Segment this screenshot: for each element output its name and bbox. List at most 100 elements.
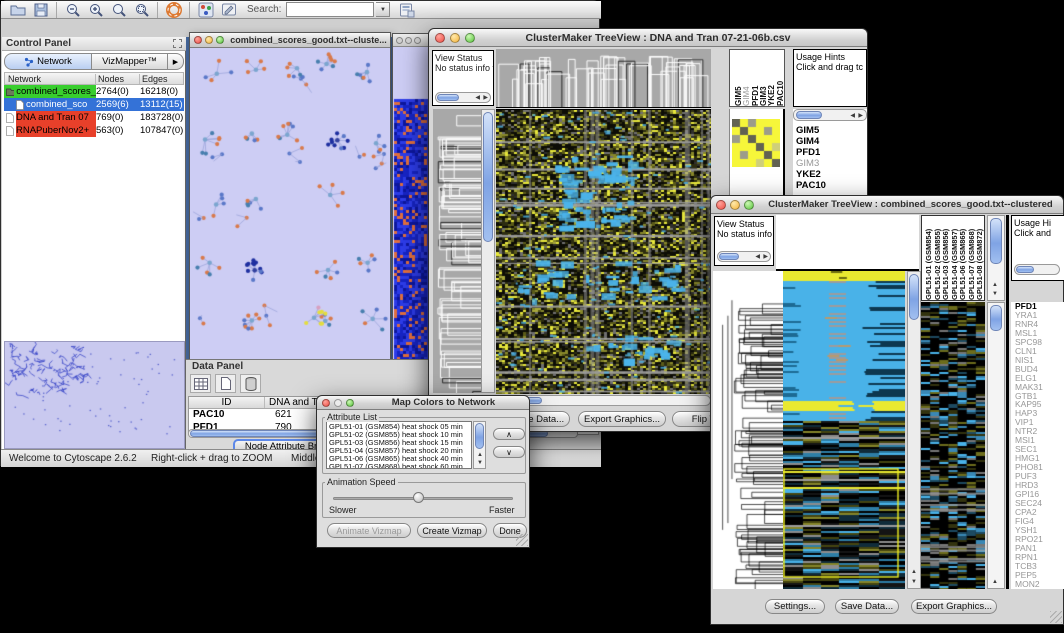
move-down-button[interactable]: ∨ <box>493 446 525 458</box>
dendrogram-scrollbar[interactable] <box>481 109 495 393</box>
help-lifesaver-icon[interactable] <box>163 0 184 19</box>
attribute-item[interactable]: GPL51-06 (GSM865) heat shock 40 min <box>329 455 471 463</box>
minimize-button[interactable] <box>405 37 412 44</box>
row-dendrogram[interactable] <box>433 109 481 393</box>
zoom-window-button[interactable] <box>216 36 224 44</box>
zoom-window-button[interactable] <box>414 37 421 44</box>
save-data-button[interactable]: Save Data... <box>835 599 899 614</box>
minimize-button[interactable] <box>450 33 460 43</box>
attribute-item[interactable]: GPL51-07 (GSM868) heat shock 60 min <box>329 463 471 469</box>
gene-label[interactable]: PFD1 <box>796 147 826 158</box>
open-session-icon[interactable] <box>7 0 28 19</box>
annotation-icon[interactable] <box>218 0 239 19</box>
table-report-icon[interactable] <box>396 0 417 19</box>
minimize-button[interactable] <box>334 399 342 407</box>
usage-hints-scrollbar[interactable] <box>1014 264 1060 275</box>
delete-attribute-icon[interactable] <box>240 374 261 393</box>
zoom-in-icon[interactable] <box>85 0 106 19</box>
attribute-item[interactable]: GPL51-04 (GSM857) heat shock 20 min <box>329 447 471 455</box>
column-labels-scrollbar[interactable]: ▲ ▼ <box>987 215 1005 301</box>
search-dropdown-icon[interactable]: ▼ <box>376 2 390 17</box>
view-status-scrollbar[interactable]: ◀ ▶ <box>435 92 491 103</box>
scroll-right-icon[interactable]: ▶ <box>858 113 863 119</box>
scroll-up-icon[interactable]: ▲ <box>992 579 998 585</box>
tab-network[interactable]: Network <box>4 53 92 70</box>
network-canvas[interactable] <box>190 48 390 358</box>
table-row[interactable]: combined_sco 2569(6) 13112(15) <box>4 98 184 111</box>
attribute-item[interactable]: GPL51-02 (GSM855) heat shock 10 min <box>329 431 471 439</box>
scroll-left-icon[interactable]: ◀ <box>850 113 855 119</box>
minimize-button[interactable] <box>205 36 213 44</box>
view-status-text: No status info <box>717 229 771 239</box>
attribute-list-scrollbar[interactable]: ▲ ▼ <box>473 421 486 469</box>
zoom-window-button[interactable] <box>744 200 754 210</box>
column-label: GPL51-03 (GSM856) <box>941 216 950 300</box>
scroll-up-icon[interactable]: ▲ <box>992 282 998 288</box>
gene-label[interactable]: MON2 <box>1015 580 1064 589</box>
row-dendrogram[interactable] <box>713 271 783 589</box>
heatmap-area <box>496 109 711 393</box>
column-label: GPL51-08 (GSM872) <box>975 216 984 300</box>
zoom-fit-icon[interactable] <box>108 0 129 19</box>
attribute-item[interactable]: GPL51-03 (GSM856) heat shock 15 min <box>329 439 471 447</box>
scroll-up-icon[interactable]: ▲ <box>911 569 917 575</box>
close-button[interactable] <box>322 399 330 407</box>
selection-scrollbar[interactable]: ▲ <box>987 302 1005 589</box>
resize-grip[interactable] <box>1050 611 1062 623</box>
speed-slider-thumb[interactable] <box>413 492 424 503</box>
scroll-right-icon[interactable]: ▶ <box>763 254 768 260</box>
network-overlay-icon[interactable] <box>195 0 216 19</box>
table-row[interactable]: combined_scores_ 2764(0) 16218(0) <box>4 85 184 98</box>
selection-heatmap[interactable] <box>921 302 985 589</box>
attribute-list[interactable]: GPL51-01 (GSM854) heat shock 05 minGPL51… <box>326 421 472 469</box>
scroll-up-icon[interactable]: ▲ <box>477 452 483 458</box>
close-button[interactable] <box>716 200 726 210</box>
scroll-down-icon[interactable]: ▼ <box>477 460 483 466</box>
zoom-window-button[interactable] <box>465 33 475 43</box>
zoom-selected-icon[interactable] <box>131 0 152 19</box>
gene-label[interactable]: GIM5 <box>796 125 826 136</box>
scroll-down-icon[interactable]: ▼ <box>911 579 917 585</box>
save-session-icon[interactable] <box>30 0 51 19</box>
similarity-thumbnail[interactable] <box>732 119 780 167</box>
close-button[interactable] <box>435 33 445 43</box>
attribute-grid-icon[interactable] <box>190 374 211 393</box>
zoom-window-button[interactable] <box>346 399 354 407</box>
attribute-item[interactable]: GPL51-01 (GSM854) heat shock 05 min <box>329 423 471 431</box>
dense-network-canvas[interactable] <box>393 47 429 369</box>
create-vizmap-button[interactable]: Create Vizmap <box>417 523 487 538</box>
gene-label[interactable]: YKE2 <box>796 169 826 180</box>
gene-list-scrollbar[interactable]: ◀ ▶ <box>793 109 867 121</box>
tab-vizmapper[interactable]: VizMapper™ <box>92 53 168 70</box>
gene-label[interactable]: GIM4 <box>796 136 826 147</box>
close-button[interactable] <box>396 37 403 44</box>
view-status-scrollbar[interactable]: ◀ ▶ <box>717 251 771 262</box>
float-panel-icon[interactable] <box>173 39 182 48</box>
column-header-id[interactable]: ID <box>189 397 265 408</box>
tab-overflow-icon[interactable]: ▶ <box>168 53 184 70</box>
heatmap-scrollbar[interactable]: ▲ ▼ <box>907 271 921 589</box>
scroll-left-icon[interactable]: ◀ <box>475 95 480 101</box>
new-attribute-icon[interactable] <box>215 374 236 393</box>
table-row[interactable]: RNAPuberNov2+ 563(0) 107847(0) <box>4 124 184 137</box>
main-heatmap[interactable] <box>496 110 711 394</box>
column-label: GPL51-06 (GSM865) <box>958 216 967 300</box>
minimize-button[interactable] <box>730 200 740 210</box>
scroll-right-icon[interactable]: ▶ <box>483 95 488 101</box>
export-graphics-button[interactable]: Export Graphics... <box>578 411 666 427</box>
main-heatmap[interactable] <box>783 271 905 589</box>
settings-button[interactable]: Settings... <box>765 599 825 614</box>
scroll-left-icon[interactable]: ◀ <box>755 254 760 260</box>
move-up-button[interactable]: ∧ <box>493 428 525 440</box>
gene-label[interactable]: GIM3 <box>796 158 826 169</box>
scroll-down-icon[interactable]: ▼ <box>992 291 998 297</box>
close-button[interactable] <box>194 36 202 44</box>
search-input[interactable] <box>286 2 374 17</box>
table-row[interactable]: DNA and Tran 07 769(0) 183728(0) <box>4 111 184 124</box>
resize-grip[interactable] <box>516 534 528 546</box>
export-graphics-button[interactable]: Export Graphics... <box>911 599 997 614</box>
gene-label[interactable]: PAC10 <box>796 180 826 191</box>
network-overview-thumbnail[interactable] <box>4 341 185 449</box>
column-dendrogram[interactable] <box>496 49 711 107</box>
zoom-out-icon[interactable] <box>62 0 83 19</box>
